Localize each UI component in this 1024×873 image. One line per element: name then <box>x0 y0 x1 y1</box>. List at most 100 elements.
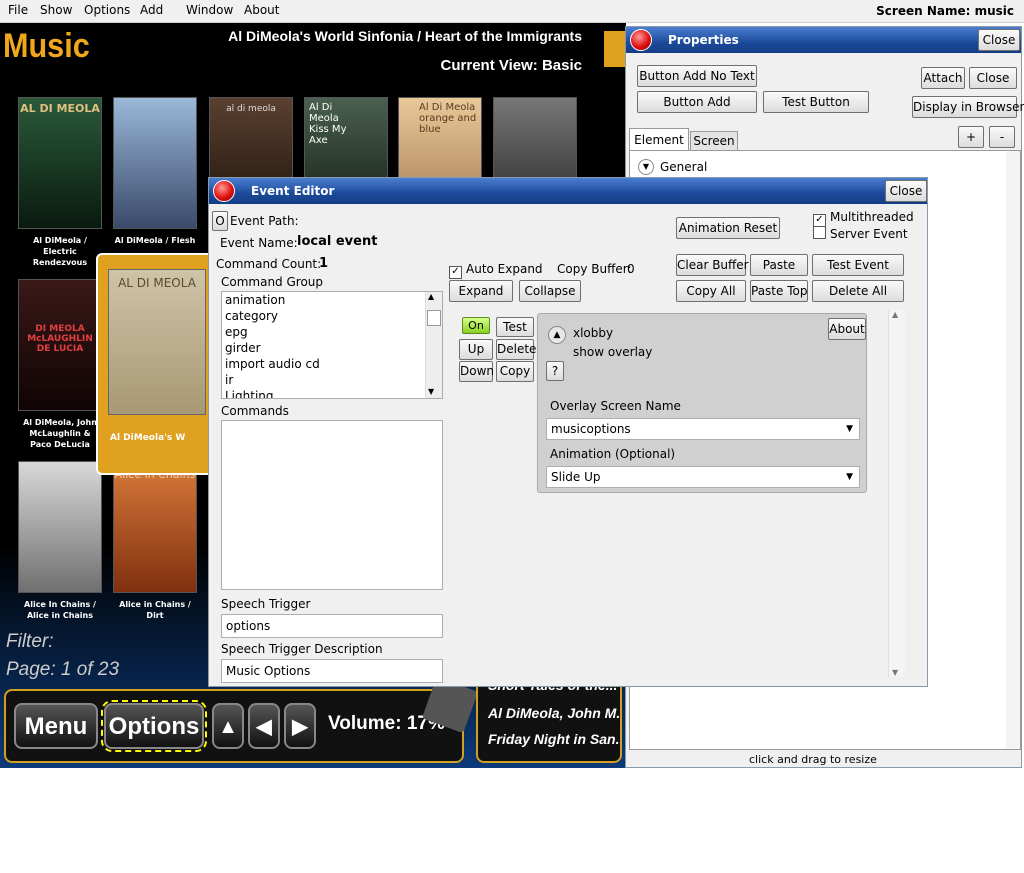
attach-button[interactable]: Attach <box>921 67 965 89</box>
editor-scrollbar[interactable]: ▲ ▼ <box>888 310 905 677</box>
now-playing-title: Al DiMeola's World Sinfonia / Heart of t… <box>228 28 582 44</box>
up-button[interactable]: Up <box>459 339 493 360</box>
scroll-thumb[interactable] <box>427 310 441 326</box>
album-caption: Alice in Chains / Dirt <box>119 600 191 620</box>
album-tile[interactable]: DI MEOLA McLAUGHLIN DE LUCIA Al DiMeola,… <box>18 279 102 449</box>
overlay-screen-select[interactable]: musicoptions ▼ <box>546 418 860 440</box>
menu-options[interactable]: Options <box>84 3 130 17</box>
down-button[interactable]: Down <box>459 361 494 382</box>
animation-select[interactable]: Slide Up ▼ <box>546 466 860 488</box>
about-button[interactable]: About <box>828 318 866 340</box>
list-item[interactable]: girder <box>222 340 442 356</box>
properties-titlebar[interactable]: Properties Close <box>626 27 1021 53</box>
window-orb-icon <box>630 29 652 51</box>
multithreaded-checkbox[interactable]: ✓ Multithreaded <box>813 210 914 227</box>
list-item[interactable]: epg <box>222 324 442 340</box>
list-item[interactable]: Lighting <box>222 388 442 398</box>
list-scrollbar[interactable]: ▲ ▼ <box>425 292 442 398</box>
command-group-list[interactable]: animation category epg girder import aud… <box>221 291 443 399</box>
album-tile[interactable]: Alice In Chains / Alice in Chains <box>18 461 102 623</box>
right-arrow-icon[interactable]: ▶ <box>284 703 316 749</box>
plus-button[interactable]: + <box>958 126 984 148</box>
menu-show[interactable]: Show <box>40 3 72 17</box>
menu-button[interactable]: Menu <box>14 703 98 749</box>
paste-top-button[interactable]: Paste Top <box>750 280 808 302</box>
list-item[interactable]: category <box>222 308 442 324</box>
minus-button[interactable]: - <box>989 126 1015 148</box>
scroll-down-icon[interactable]: ▼ <box>892 668 898 677</box>
list-item[interactable]: ir <box>222 372 442 388</box>
command-detail-panel: ▲ xlobby show overlay ? About Overlay Sc… <box>537 313 867 493</box>
close-button[interactable]: Close <box>978 29 1020 51</box>
chevron-down-icon: ▼ <box>846 424 853 434</box>
animation-reset-button[interactable]: Animation Reset <box>676 217 780 239</box>
delete-all-button[interactable]: Delete All <box>812 280 904 302</box>
o-button[interactable]: O <box>212 211 228 231</box>
np-line: Al DiMeola, John M... <box>488 705 622 721</box>
speech-desc-input[interactable]: Music Options <box>221 659 443 683</box>
album-cover <box>18 461 102 593</box>
album-caption: Al DiMeola, John McLaughlin & Paco DeLuc… <box>23 418 97 449</box>
help-button[interactable]: ? <box>546 361 564 381</box>
test-event-button[interactable]: Test Event <box>812 254 904 276</box>
button-add-no-text-button[interactable]: Button Add No Text <box>637 65 757 87</box>
animation-optional-label: Animation (Optional) <box>550 447 676 461</box>
copy-all-button[interactable]: Copy All <box>676 280 746 302</box>
command-plugin-label: xlobby <box>573 326 614 340</box>
collapse-button[interactable]: Collapse <box>519 280 581 302</box>
event-editor-titlebar[interactable]: Event Editor Close <box>209 178 927 204</box>
speech-trigger-input[interactable]: options <box>221 614 443 638</box>
general-section-label: General <box>660 160 708 174</box>
resize-hint: click and drag to resize <box>749 753 877 766</box>
chevron-down-icon: ▼ <box>846 472 853 482</box>
scroll-up-icon[interactable]: ▲ <box>428 292 434 301</box>
properties-scrollbar[interactable] <box>1006 151 1020 749</box>
album-tile[interactable]: AL DI MEOLA Al DiMeola / Electric Rendez… <box>18 97 102 267</box>
menu-add[interactable]: Add <box>140 3 163 17</box>
list-item[interactable]: animation <box>222 292 442 308</box>
options-button[interactable]: Options <box>101 700 207 752</box>
window-title: Properties <box>668 33 739 47</box>
selected-album-tile[interactable]: AL DI MEOLA Al DiMeola's W <box>96 253 216 475</box>
copy-buffer-value: 0 <box>627 262 635 276</box>
scroll-down-icon[interactable]: ▼ <box>428 387 434 396</box>
menu-window[interactable]: Window <box>186 3 233 17</box>
test-button[interactable]: Test <box>496 317 534 337</box>
checkbox-unchecked-icon <box>813 226 826 239</box>
album-tile[interactable]: Al DiMeola / Flesh on Flesh <box>113 97 197 259</box>
scroll-up-icon[interactable]: ▲ <box>892 310 898 319</box>
album-cover <box>113 97 197 229</box>
event-name-value: local event <box>297 234 378 249</box>
page-indicator: Page: 1 of 23 <box>6 659 120 680</box>
filter-label: Filter: <box>6 631 54 652</box>
list-item[interactable]: import audio cd <box>222 356 442 372</box>
album-tile[interactable]: Alice in Chains Alice in Chains / Dirt <box>113 461 197 623</box>
expand-button[interactable]: Expand <box>449 280 513 302</box>
close-button[interactable]: Close <box>969 67 1017 89</box>
up-arrow-icon[interactable]: ▲ <box>212 703 244 749</box>
chevron-up-icon[interactable]: ▲ <box>548 326 566 344</box>
commands-list[interactable] <box>221 420 443 590</box>
tab-element[interactable]: Element <box>629 128 689 150</box>
display-in-browser-button[interactable]: Display in Browser <box>912 96 1024 118</box>
paste-button[interactable]: Paste <box>750 254 808 276</box>
auto-expand-checkbox[interactable]: ✓ Auto Expand <box>449 262 543 279</box>
close-button[interactable]: Close <box>885 180 927 202</box>
tab-screen[interactable]: Screen <box>690 131 738 151</box>
server-event-checkbox[interactable]: Server Event <box>813 226 908 241</box>
album-caption: Al DiMeola / Flesh on Flesh <box>114 236 196 245</box>
menu-about[interactable]: About <box>244 3 279 17</box>
checkbox-checked-icon: ✓ <box>449 266 462 279</box>
command-action-label: show overlay <box>573 345 653 359</box>
test-button-button[interactable]: Test Button <box>763 91 869 113</box>
button-add-button[interactable]: Button Add <box>637 91 757 113</box>
copy-button[interactable]: Copy <box>496 361 534 382</box>
left-arrow-icon[interactable]: ◀ <box>248 703 280 749</box>
now-playing-panel: Short Tales of the... Al DiMeola, John M… <box>476 675 622 763</box>
delete-button[interactable]: Delete <box>496 339 536 360</box>
album-caption: Al DiMeola / Electric Rendezvous <box>32 236 88 267</box>
on-toggle[interactable]: On <box>462 317 490 334</box>
clear-buffer-button[interactable]: Clear Buffer <box>676 254 749 276</box>
chevron-down-icon[interactable]: ▼ <box>638 159 654 175</box>
menu-file[interactable]: File <box>8 3 28 17</box>
